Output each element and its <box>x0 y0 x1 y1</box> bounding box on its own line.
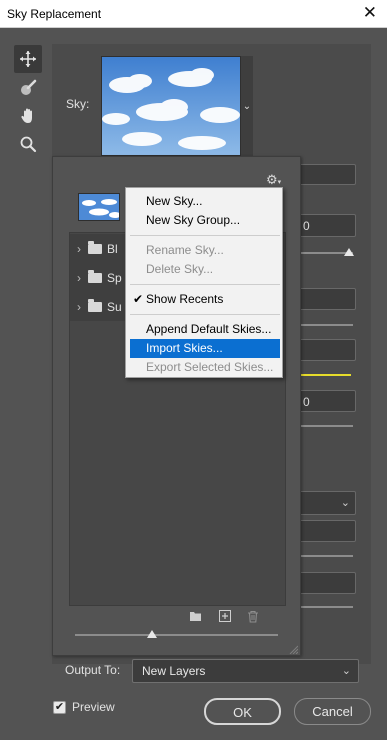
title-bar: Sky Replacement ✕ <box>0 0 387 28</box>
chevron-right-icon[interactable]: › <box>70 242 88 256</box>
preset-context-menu: New Sky... New Sky Group... Rename Sky..… <box>125 187 283 378</box>
output-to-value: New Layers <box>142 664 206 678</box>
cancel-button[interactable]: Cancel <box>294 698 371 725</box>
chevron-down-icon: ⌄ <box>340 497 350 509</box>
menu-item-rename-sky[interactable]: Rename Sky... <box>130 241 280 260</box>
sky-dropdown-button[interactable]: ⌄ <box>241 56 253 156</box>
resize-grip-icon[interactable] <box>288 644 298 654</box>
thumbnail-size-slider[interactable] <box>75 634 278 636</box>
preset-folder-row[interactable]: › Sp <box>70 263 126 292</box>
preset-folder-row[interactable]: › Su <box>70 292 126 321</box>
sky-thumbnail[interactable] <box>101 56 241 156</box>
brush-icon <box>21 79 37 95</box>
hand-icon <box>21 108 32 123</box>
sky-preview-image <box>102 57 240 155</box>
chevron-right-icon[interactable]: › <box>70 300 88 314</box>
preview-checkbox[interactable]: ✔ <box>53 701 66 714</box>
menu-item-append-default-skies[interactable]: Append Default Skies... <box>130 320 280 339</box>
folder-name: Su <box>107 299 122 314</box>
menu-item-import-skies[interactable]: Import Skies... <box>130 339 280 358</box>
menu-separator <box>130 235 280 236</box>
folder-name: Sp <box>107 270 122 285</box>
checkmark-icon: ✔ <box>133 292 144 306</box>
chevron-down-icon: ⌄ <box>341 665 351 677</box>
gear-icon[interactable]: ⚙▾ <box>266 172 281 188</box>
menu-item-new-sky-group[interactable]: New Sky Group... <box>130 211 280 230</box>
folder-icon <box>88 240 102 254</box>
menu-separator <box>130 284 280 285</box>
recent-sky-image <box>79 194 119 220</box>
preset-folder-row[interactable]: › Bl <box>70 234 126 263</box>
new-group-folder-icon[interactable] <box>189 610 202 622</box>
folder-name: Bl <box>107 241 118 256</box>
menu-separator <box>130 314 280 315</box>
zoom-tool[interactable] <box>14 130 42 158</box>
new-sky-icon[interactable] <box>219 610 231 622</box>
menu-item-delete-sky[interactable]: Delete Sky... <box>130 260 280 279</box>
checkmark-icon: ✔ <box>54 701 65 713</box>
hand-tool[interactable] <box>14 102 42 130</box>
thumbnail-size-slider-thumb[interactable] <box>147 630 158 638</box>
chevron-right-icon[interactable]: › <box>70 271 88 285</box>
window-title: Sky Replacement <box>7 7 102 21</box>
recent-sky-thumbnail[interactable] <box>78 193 120 221</box>
sky-brush-tool[interactable] <box>14 74 42 102</box>
zoom-icon <box>20 136 37 153</box>
folder-icon <box>88 269 102 283</box>
sky-label: Sky: <box>66 97 90 111</box>
move-sky-tool[interactable] <box>14 45 42 73</box>
ok-button[interactable]: OK <box>204 698 281 725</box>
close-icon[interactable]: ✕ <box>363 3 377 23</box>
preview-label: Preview <box>72 700 115 714</box>
scale-value: 0 <box>303 395 310 409</box>
folder-icon <box>88 298 102 312</box>
fade-edge-value: 0 <box>303 219 310 233</box>
menu-item-export-selected-skies[interactable]: Export Selected Skies... <box>130 358 280 377</box>
menu-item-new-sky[interactable]: New Sky... <box>130 192 280 211</box>
output-to-select[interactable]: New Layers ⌄ <box>132 659 359 683</box>
fade-edge-slider-thumb[interactable] <box>344 248 354 256</box>
move-icon <box>20 51 36 67</box>
output-to-label: Output To: <box>65 663 121 677</box>
menu-item-show-recents-label: Show Recents <box>146 292 224 306</box>
menu-item-show-recents[interactable]: ✔ Show Recents <box>130 290 280 309</box>
trash-icon[interactable] <box>247 610 259 623</box>
